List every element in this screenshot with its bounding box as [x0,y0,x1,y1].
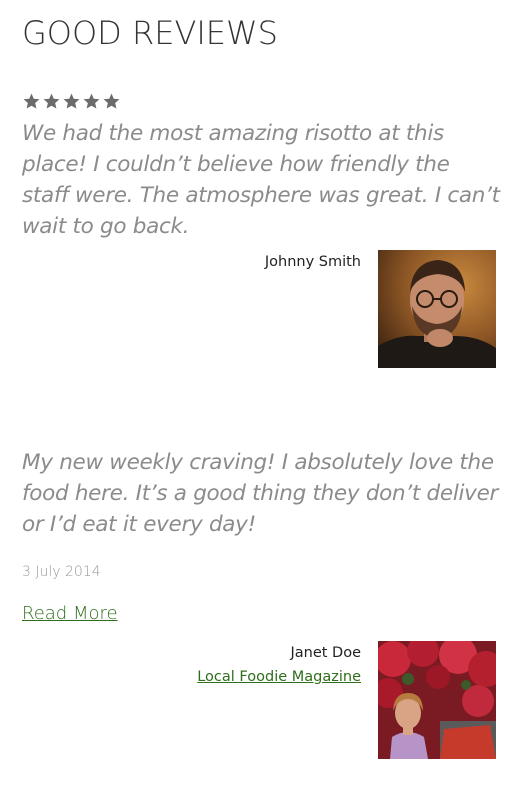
review-quote: We had the most amazing risotto at this … [22,121,500,239]
star-rating [22,92,121,111]
avatar [378,250,496,368]
read-more-link[interactable]: Read More [22,603,118,624]
star-icon [102,92,121,111]
star-icon [22,92,41,111]
star-icon [42,92,61,111]
star-icon [82,92,101,111]
page-title: GOOD REVIEWS [22,14,278,52]
avatar [378,641,496,759]
review-author: Johnny Smith [264,254,361,270]
review-source-link[interactable]: Local Foodie Magazine [197,669,361,685]
review-quote: My new weekly craving! I absolutely love… [22,450,499,537]
review-date: 3 July 2014 [22,564,101,580]
star-icon [62,92,81,111]
review-author: Janet Doe [290,645,361,661]
